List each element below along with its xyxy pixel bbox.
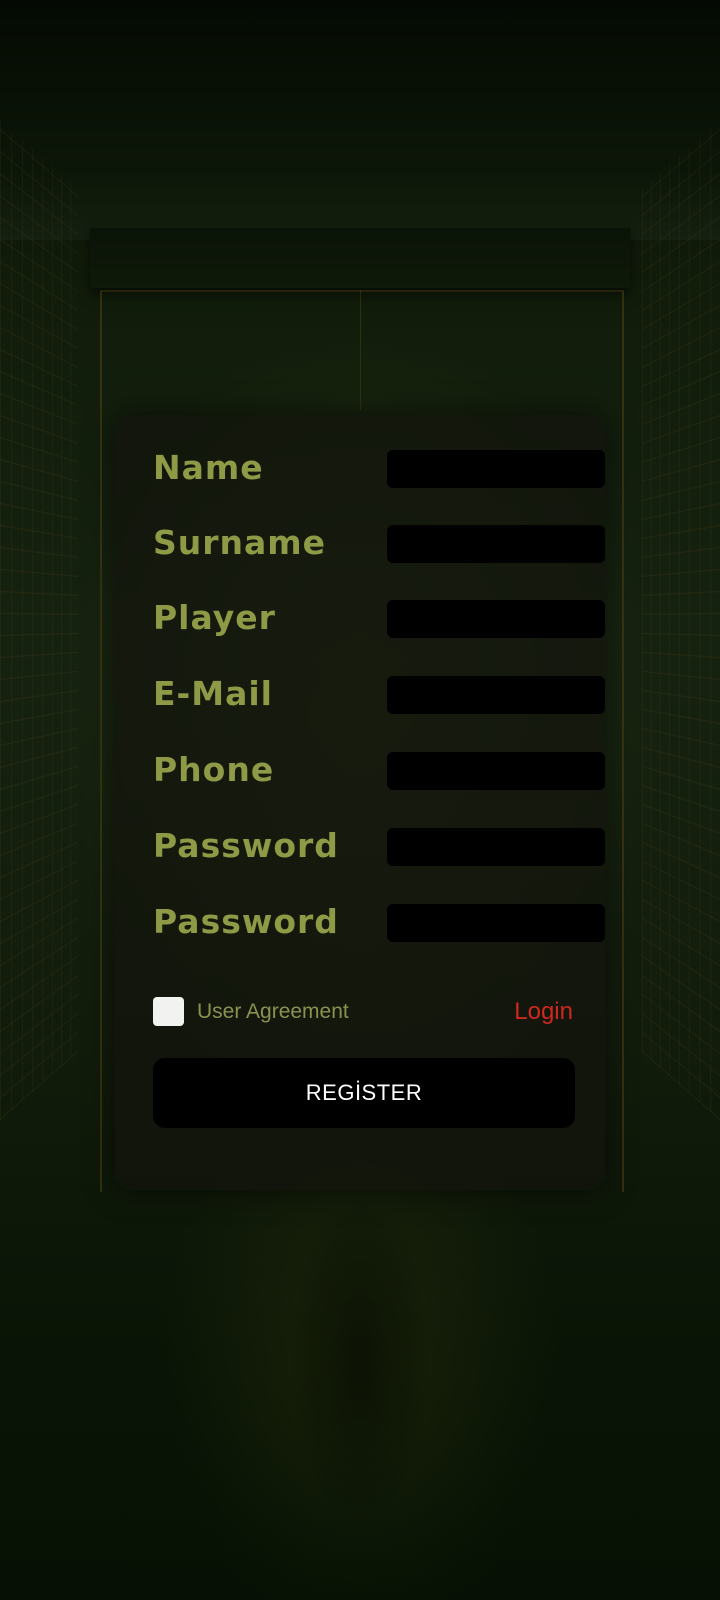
phone-label: Phone — [153, 750, 275, 789]
surname-label: Surname — [153, 523, 327, 562]
password-confirm-input[interactable] — [387, 904, 605, 942]
register-button[interactable]: REGİSTER — [153, 1058, 575, 1128]
surname-row: Surname — [153, 523, 605, 563]
email-label: E-Mail — [153, 674, 273, 713]
agreement-row: User Agreement Login — [153, 997, 585, 1029]
register-panel: Name Surname Player E-Mail Phone Passwor… — [115, 415, 605, 1190]
floor-shadow — [260, 1200, 460, 1600]
player-input[interactable] — [387, 600, 605, 638]
phone-row: Phone — [153, 750, 605, 790]
user-agreement-checkbox[interactable] — [153, 997, 184, 1026]
password-row: Password — [153, 826, 605, 866]
right-wall-grid — [642, 120, 720, 1120]
password-label: Password — [153, 826, 339, 865]
left-wall-grid — [0, 120, 78, 1120]
password-confirm-label: Password — [153, 902, 339, 941]
user-agreement-label[interactable]: User Agreement — [197, 997, 349, 1027]
surname-input[interactable] — [387, 525, 605, 563]
login-link[interactable]: Login — [514, 997, 573, 1027]
email-row: E-Mail — [153, 674, 605, 714]
name-input[interactable] — [387, 450, 605, 488]
name-label: Name — [153, 448, 264, 487]
player-label: Player — [153, 598, 276, 637]
ceiling-beam — [90, 228, 630, 288]
phone-input[interactable] — [387, 752, 605, 790]
email-input[interactable] — [387, 676, 605, 714]
player-row: Player — [153, 598, 605, 638]
door-frame-divider — [360, 290, 361, 410]
name-row: Name — [153, 448, 605, 488]
password-confirm-row: Password — [153, 902, 605, 942]
password-input[interactable] — [387, 828, 605, 866]
background-corridor: Name Surname Player E-Mail Phone Passwor… — [0, 0, 720, 1600]
ceiling — [0, 0, 720, 240]
